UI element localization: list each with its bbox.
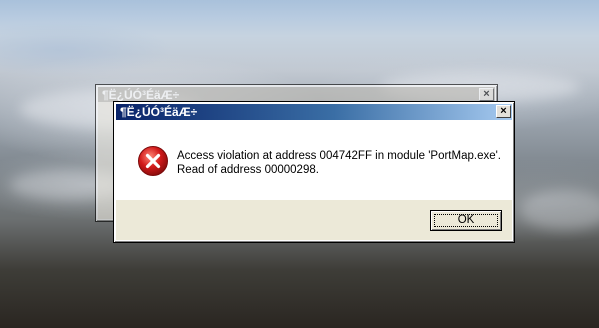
ok-button-label: OK <box>457 214 475 226</box>
dialog-button-bar: OK <box>116 200 512 240</box>
ok-button[interactable]: OK <box>430 210 502 231</box>
desktop-wallpaper: ¶Ë¿ÚÓ³ÉäÆ÷ × ¶Ë¿ÚÓ³ÉäÆ÷ × Access violati… <box>0 0 599 328</box>
error-dialog[interactable]: ¶Ë¿ÚÓ³ÉäÆ÷ × Access violation at address… <box>113 101 515 243</box>
cloud <box>520 190 599 230</box>
background-dialog-close-button[interactable]: × <box>479 88 494 101</box>
error-message-line1: Access violation at address 004742FF in … <box>177 150 502 162</box>
close-button[interactable]: × <box>496 105 511 118</box>
dialog-content: Access violation at address 004742FF in … <box>116 120 512 200</box>
error-dialog-titlebar[interactable]: ¶Ë¿ÚÓ³ÉäÆ÷ × <box>116 104 512 120</box>
error-message: Access violation at address 004742FF in … <box>177 149 501 177</box>
background-dialog-title: ¶Ë¿ÚÓ³ÉäÆ÷ <box>102 88 180 102</box>
error-message-line2: Read of address 00000298. <box>177 164 319 176</box>
error-dialog-title: ¶Ë¿ÚÓ³ÉäÆ÷ <box>120 105 198 119</box>
error-icon <box>138 146 168 176</box>
